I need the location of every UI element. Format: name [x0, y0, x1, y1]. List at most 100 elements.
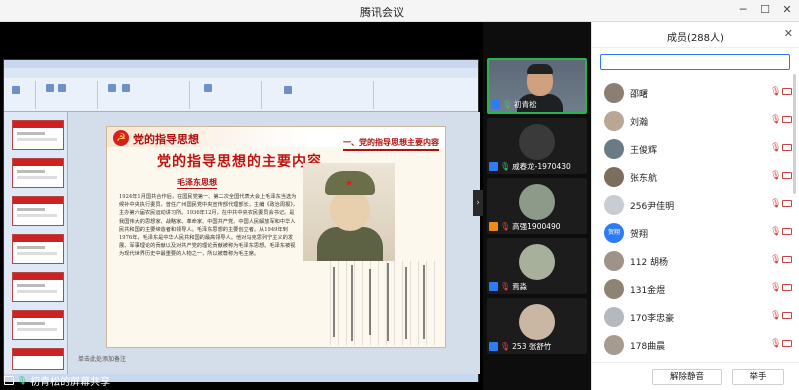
microphone-muted-icon[interactable]: 🎙 [770, 311, 781, 321]
unmute-all-button[interactable]: 解除静音 [652, 369, 722, 385]
slide-thumbnail[interactable] [12, 234, 64, 264]
slide-thumbnail[interactable] [12, 348, 64, 370]
red-star-icon: ★ [345, 179, 354, 189]
video-tile[interactable]: 🎙 253 张舒竹 [487, 298, 587, 354]
raise-hand-button[interactable]: 举手 [732, 369, 784, 385]
microphone-muted-icon[interactable]: 🎙 [770, 115, 781, 125]
list-item[interactable]: 邵曙 🎙 [592, 80, 799, 106]
slide-thumbnail[interactable] [12, 196, 64, 226]
ribbon-group [6, 81, 36, 109]
user-badge-icon [489, 162, 498, 171]
slide-thumbnail[interactable] [12, 272, 64, 302]
slide-thumbnail[interactable] [12, 120, 64, 150]
video-tile-name: 高强1900490 [512, 222, 561, 231]
collapse-video-icon[interactable]: › [473, 190, 483, 216]
avatar [604, 195, 624, 215]
microphone-muted-icon[interactable]: 🎙 [770, 227, 781, 237]
avatar [604, 111, 624, 131]
members-panel: 成员(288人) ✕ 邵曙 🎙 刘瀚 🎙 王俊辉 🎙 张东航 🎙 256尹佳明 … [591, 22, 799, 390]
avatar [519, 304, 555, 340]
slide-thumbnail[interactable] [12, 310, 64, 340]
microphone-muted-icon[interactable]: 🎙 [770, 283, 781, 293]
slide-notes[interactable]: 单击此处添加备注 [78, 354, 126, 363]
list-item[interactable]: 王俊辉 🎙 [592, 136, 799, 162]
slide-editing-canvas: ☭ 党的指导思想 一、党的指导思想主要内容 党的指导思想的主要内容 毛泽东思想 … [68, 112, 480, 374]
share-label-text: 初青松的屏幕共享 [30, 376, 111, 388]
video-tile[interactable]: 🎙 戚春龙-1970430 [487, 118, 587, 174]
maximize-icon[interactable]: ☐ [757, 3, 773, 16]
camera-off-icon[interactable] [782, 116, 792, 123]
member-name: 178曲晨 [630, 342, 666, 352]
list-item[interactable]: 178曲晨 🎙 [592, 332, 799, 358]
camera-off-icon[interactable] [782, 88, 792, 95]
screen-share-icon [4, 375, 14, 385]
member-search-input[interactable] [600, 54, 790, 70]
slide-thumbnail[interactable] [12, 158, 64, 188]
list-item[interactable]: 170李忠豪 🎙 [592, 304, 799, 330]
video-tile-name: 焉淼 [512, 282, 528, 291]
list-item[interactable]: 刘瀚 🎙 [592, 108, 799, 134]
window-title: 腾讯会议 [360, 6, 404, 19]
list-item[interactable]: 张东航 🎙 [592, 164, 799, 190]
close-icon[interactable]: ✕ [784, 27, 793, 40]
avatar [604, 251, 624, 271]
party-emblem-icon: ☭ [113, 130, 129, 146]
user-badge-icon [489, 222, 498, 231]
camera-off-icon[interactable] [782, 312, 792, 319]
member-name: 王俊辉 [630, 146, 658, 156]
ribbon-group [264, 81, 374, 109]
camera-off-icon[interactable] [782, 200, 792, 207]
avatar [604, 167, 624, 187]
list-item[interactable]: 112 胡杨 🎙 [592, 248, 799, 274]
shared-powerpoint-window: ☭ 党的指导思想 一、党的指导思想主要内容 党的指导思想的主要内容 毛泽东思想 … [3, 59, 480, 382]
camera-off-icon[interactable] [782, 172, 792, 179]
video-tile[interactable]: 🎙 初青松 [487, 58, 587, 114]
ribbon-icon [284, 86, 292, 94]
list-item[interactable]: 256尹佳明 🎙 [592, 192, 799, 218]
camera-off-icon[interactable] [782, 340, 792, 347]
video-tile-name: 初青松 [514, 100, 537, 109]
member-name: 张东航 [630, 174, 658, 184]
ppt-ribbon-tabs [4, 68, 478, 78]
list-item[interactable]: 贺翔 贺翔 🎙 [592, 220, 799, 246]
close-icon[interactable]: ✕ [779, 3, 795, 16]
microphone-muted-icon[interactable]: 🎙 [770, 143, 781, 153]
microphone-icon: 🎙 [17, 375, 28, 385]
members-panel-header: 成员(288人) ✕ [592, 22, 799, 48]
microphone-muted-icon[interactable]: 🎙 [770, 339, 781, 349]
title-bar: 腾讯会议 ─ ☐ ✕ [0, 0, 799, 22]
microphone-muted-icon[interactable]: 🎙 [770, 199, 781, 209]
slide-thumbnail-pane [4, 112, 68, 374]
slide-small-title: 党的指导思想 [133, 133, 199, 146]
camera-off-icon[interactable] [782, 284, 792, 291]
user-badge-icon [489, 342, 498, 351]
microphone-icon: 🎙 [502, 100, 513, 109]
member-name: 112 胡杨 [630, 258, 669, 268]
camera-off-icon[interactable] [782, 228, 792, 235]
microphone-muted-icon[interactable]: 🎙 [770, 171, 781, 181]
member-name: 贺翔 [630, 230, 649, 240]
member-name: 131金煜 [630, 286, 666, 296]
user-badge-icon [491, 100, 500, 109]
member-name: 刘瀚 [630, 118, 649, 128]
slide-section-heading: 一、党的指导思想主要内容 [343, 137, 439, 151]
ribbon-icon [122, 84, 130, 92]
minimize-icon[interactable]: ─ [735, 3, 751, 16]
member-name: 256尹佳明 [630, 202, 675, 212]
camera-off-icon[interactable] [782, 256, 792, 263]
video-tile-name: 戚春龙-1970430 [512, 162, 571, 171]
camera-off-icon[interactable] [782, 144, 792, 151]
avatar [519, 244, 555, 280]
members-scrollbar[interactable] [793, 74, 796, 194]
avatar [519, 124, 555, 160]
microphone-muted-icon[interactable]: 🎙 [770, 87, 781, 97]
avatar [604, 279, 624, 299]
ribbon-group [192, 81, 262, 109]
video-tile[interactable]: 🎙 焉淼 [487, 238, 587, 294]
shared-screen-area: ☭ 党的指导思想 一、党的指导思想主要内容 党的指导思想的主要内容 毛泽东思想 … [0, 22, 483, 390]
member-name: 170李忠豪 [630, 314, 675, 324]
ribbon-icon [108, 84, 116, 92]
list-item[interactable]: 131金煜 🎙 [592, 276, 799, 302]
microphone-muted-icon[interactable]: 🎙 [770, 255, 781, 265]
video-tile[interactable]: 🎙 高强1900490 [487, 178, 587, 234]
